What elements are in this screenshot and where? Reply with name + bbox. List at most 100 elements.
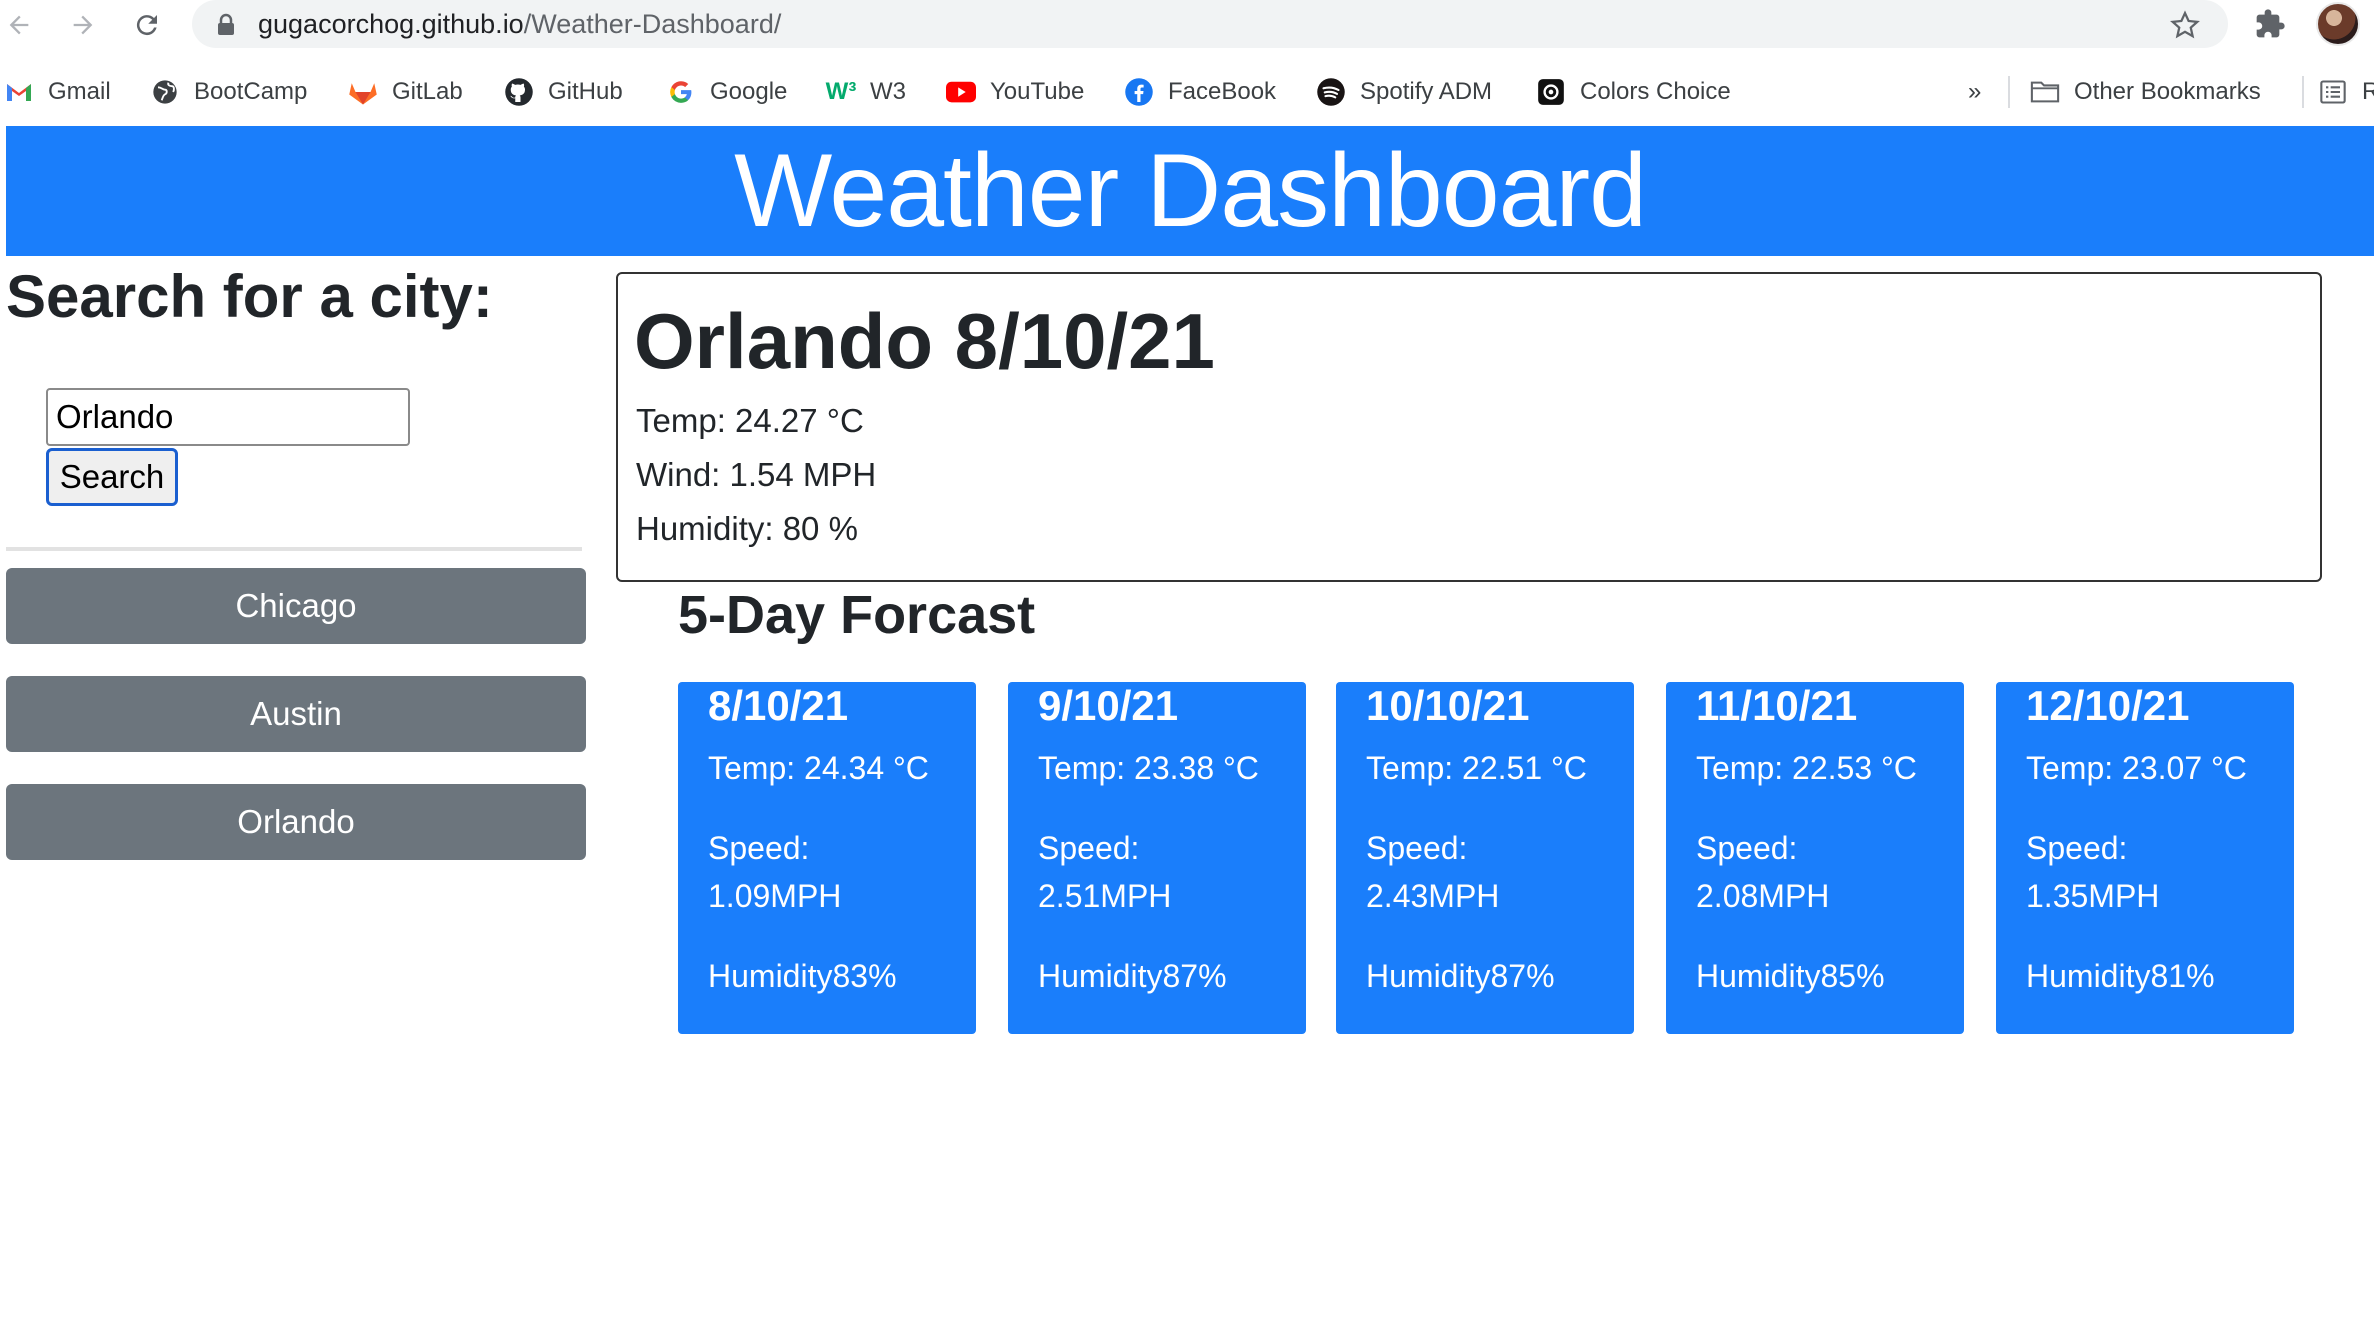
search-heading: Search for a city: <box>6 263 493 330</box>
forecast-humidity: Humidity87% <box>1038 958 1227 994</box>
bookmark-gitlab[interactable]: GitLab <box>348 74 463 110</box>
bookmark-colors-choice[interactable]: Colors Choice <box>1536 74 1731 110</box>
forecast-speed: 2.08MPH <box>1696 878 1830 914</box>
bookmark-google[interactable]: Google <box>666 74 787 110</box>
reading-list-icon <box>2318 77 2348 107</box>
history-button-chicago[interactable]: Chicago <box>6 568 586 644</box>
bookmark-spotify[interactable]: Spotify ADM <box>1316 74 1492 110</box>
reading-list-button[interactable]: R <box>2318 74 2374 110</box>
forecast-humidity: Humidity85% <box>1696 958 1885 994</box>
github-icon <box>504 77 534 107</box>
bookmark-label: GitLab <box>392 78 463 105</box>
forecast-temp: Temp: 22.53 °C <box>1696 750 1917 786</box>
forecast-speed: 1.35MPH <box>2026 878 2160 914</box>
forecast-temp: Temp: 23.07 °C <box>2026 750 2247 786</box>
forward-arrow-icon <box>73 15 93 35</box>
bookmark-label: FaceBook <box>1168 78 1277 105</box>
forecast-temp: Temp: 22.51 °C <box>1366 750 1587 786</box>
lock-icon <box>218 13 234 35</box>
page-title: Weather Dashboard <box>734 133 1647 249</box>
bookmark-star-icon[interactable] <box>2170 10 2200 40</box>
history-button-orlando[interactable]: Orlando <box>6 784 586 860</box>
forecast-date: 11/10/21 <box>1696 682 1858 729</box>
forecast-speed: 1.09MPH <box>708 878 842 914</box>
forecast-card: 11/10/21 Temp: 22.53 °C Speed: 2.08MPH H… <box>1666 682 1964 1034</box>
forecast-speed: 2.43MPH <box>1366 878 1500 914</box>
bookmark-label: Other Bookmarks <box>2074 78 2261 105</box>
forecast-card: 8/10/21 Temp: 24.34 °C Speed: 1.09MPH Hu… <box>678 682 976 1034</box>
forecast-humidity: Humidity81% <box>2026 958 2215 994</box>
gmail-icon <box>4 77 34 107</box>
back-button[interactable] <box>0 6 38 44</box>
bookmark-github[interactable]: GitHub <box>504 74 623 110</box>
current-temp: Temp: 24.27 °C <box>636 402 864 439</box>
forecast-speed-label: Speed: <box>1366 830 1468 866</box>
bookmark-label: Spotify ADM <box>1360 78 1493 105</box>
current-wind: Wind: 1.54 MPH <box>636 456 877 493</box>
forecast-card: 12/10/21 Temp: 23.07 °C Speed: 1.35MPH H… <box>1996 682 2294 1034</box>
browser-toolbar: gugacorchog.github.io/Weather-Dashboard/ <box>0 0 2374 50</box>
reload-icon <box>136 15 157 36</box>
reload-button[interactable] <box>128 6 166 44</box>
bookmark-other-folder[interactable]: Other Bookmarks <box>2030 74 2261 110</box>
spotify-icon <box>1316 77 1346 107</box>
back-arrow-icon <box>9 15 29 35</box>
bookmark-label: BootCamp <box>194 78 308 105</box>
url-host: gugacorchog.github.io <box>258 9 524 39</box>
bookmark-label: Google <box>710 78 788 105</box>
bookmark-label: Gmail <box>48 78 111 105</box>
bookmarks-bar: Gmail BootCamp GitLab GitHub Google W³ W… <box>0 66 2374 118</box>
forecast-speed-label: Speed: <box>1696 830 1798 866</box>
bookmark-youtube[interactable]: YouTube <box>946 74 1084 110</box>
forecast-temp: Temp: 23.38 °C <box>1038 750 1259 786</box>
city-search-input[interactable] <box>46 388 410 446</box>
facebook-icon <box>1124 77 1154 107</box>
forecast-date: 12/10/21 <box>2026 682 2190 729</box>
forecast-speed: 2.51MPH <box>1038 878 1172 914</box>
bookmark-w3[interactable]: W³ W3 <box>826 74 906 110</box>
w3-icon: W³ <box>825 78 857 105</box>
address-bar[interactable]: gugacorchog.github.io/Weather-Dashboard/ <box>192 0 2228 48</box>
forecast-humidity: Humidity87% <box>1366 958 1555 994</box>
reading-list-label: R <box>2362 78 2374 105</box>
history-button-austin[interactable]: Austin <box>6 676 586 752</box>
forecast-card: 10/10/21 Temp: 22.51 °C Speed: 2.43MPH H… <box>1336 682 1634 1034</box>
bookmark-label: Colors Choice <box>1580 78 1731 105</box>
current-humidity: Humidity: 80 % <box>636 510 858 547</box>
search-button[interactable]: Search <box>46 448 178 506</box>
bookmark-gmail[interactable]: Gmail <box>4 74 111 110</box>
forward-button[interactable] <box>64 6 102 44</box>
bookmarks-overflow-button[interactable]: » <box>1968 74 1981 110</box>
forecast-date: 10/10/21 <box>1366 682 1530 729</box>
folder-icon <box>2030 77 2060 107</box>
google-icon <box>666 77 696 107</box>
forecast-humidity: Humidity83% <box>708 958 897 994</box>
youtube-icon <box>946 77 976 107</box>
current-weather-card: Orlando 8/10/21 Temp: 24.27 °C Wind: 1.5… <box>616 272 2322 582</box>
forecast-speed-label: Speed: <box>1038 830 1140 866</box>
url-text: gugacorchog.github.io/Weather-Dashboard/ <box>258 9 781 40</box>
overflow-chevron-icon: » <box>1968 78 1982 105</box>
bookmark-bootcamp[interactable]: BootCamp <box>150 74 307 110</box>
forecast-card: 9/10/21 Temp: 23.38 °C Speed: 2.51MPH Hu… <box>1008 682 1306 1034</box>
bookmark-label: W3 <box>870 78 906 105</box>
gitlab-icon <box>348 77 378 107</box>
url-path: /Weather-Dashboard/ <box>523 9 782 39</box>
forecast-speed-label: Speed: <box>2026 830 2128 866</box>
bookmark-label: GitHub <box>548 78 623 105</box>
profile-avatar[interactable] <box>2316 2 2360 46</box>
forecast-date: 8/10/21 <box>708 682 849 729</box>
page-header: Weather Dashboard <box>6 126 2374 256</box>
forecast-heading: 5-Day Forcast <box>678 585 1036 645</box>
colors-icon <box>1536 77 1566 107</box>
forecast-speed-label: Speed: <box>708 830 810 866</box>
forecast-temp: Temp: 24.34 °C <box>708 750 929 786</box>
extensions-puzzle-icon[interactable] <box>2254 8 2286 40</box>
forecast-date: 9/10/21 <box>1038 682 1179 729</box>
sidebar-divider <box>6 547 582 551</box>
bookmark-label: YouTube <box>990 78 1085 105</box>
bookmarks-divider <box>2008 76 2010 108</box>
current-city-date: Orlando 8/10/21 <box>634 297 1215 385</box>
bookmark-facebook[interactable]: FaceBook <box>1124 74 1276 110</box>
bookmarks-divider <box>2302 76 2304 108</box>
